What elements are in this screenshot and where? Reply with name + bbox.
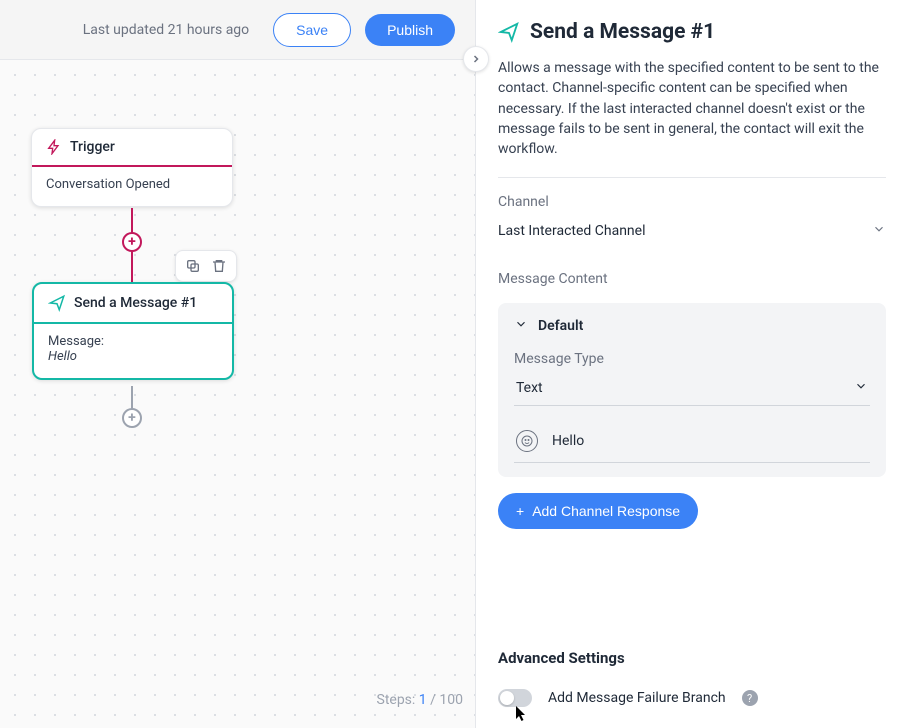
steps-prefix: Steps: bbox=[377, 692, 419, 708]
send-node-body: Message: Hello bbox=[34, 324, 232, 378]
trigger-node-header: Trigger bbox=[32, 129, 232, 167]
emoji-icon[interactable] bbox=[516, 430, 538, 452]
plus-icon: + bbox=[516, 503, 524, 519]
failure-branch-toggle[interactable] bbox=[498, 689, 532, 707]
add-step-button[interactable]: + bbox=[122, 232, 142, 252]
send-message-node[interactable]: Send a Message #1 Message: Hello bbox=[32, 282, 234, 380]
publish-button[interactable]: Publish bbox=[365, 14, 455, 46]
steps-current: 1 bbox=[419, 692, 427, 708]
last-updated-text: Last updated 21 hours ago bbox=[83, 22, 249, 38]
send-icon bbox=[498, 21, 520, 43]
message-body-input[interactable]: Hello bbox=[514, 424, 870, 463]
send-node-header: Send a Message #1 bbox=[34, 284, 232, 324]
steps-total: 100 bbox=[439, 692, 463, 708]
add-channel-response-label: Add Channel Response bbox=[532, 503, 680, 519]
add-step-button[interactable]: + bbox=[122, 408, 142, 428]
message-type-value: Text bbox=[516, 380, 543, 396]
copy-icon[interactable] bbox=[182, 255, 204, 277]
trash-icon[interactable] bbox=[208, 255, 230, 277]
workflow-canvas[interactable]: Trigger Conversation Opened + bbox=[0, 60, 475, 728]
message-type-label: Message Type bbox=[514, 351, 870, 367]
message-value: Hello bbox=[48, 349, 218, 364]
top-toolbar: Last updated 21 hours ago Save Publish bbox=[0, 0, 475, 60]
default-accordion: Default Message Type Text Hello bbox=[498, 303, 886, 477]
add-channel-response-button[interactable]: + Add Channel Response bbox=[498, 493, 698, 529]
channel-value: Last Interacted Channel bbox=[498, 223, 646, 239]
message-body-text: Hello bbox=[552, 433, 584, 449]
collapse-panel-button[interactable] bbox=[463, 46, 489, 72]
trigger-body: Conversation Opened bbox=[32, 167, 232, 206]
accordion-title: Default bbox=[538, 318, 583, 334]
failure-branch-label: Add Message Failure Branch bbox=[548, 690, 726, 706]
chevron-down-icon bbox=[872, 222, 886, 240]
bolt-icon bbox=[46, 139, 62, 155]
message-content-label: Message Content bbox=[498, 271, 886, 287]
trigger-subtitle: Conversation Opened bbox=[46, 177, 170, 192]
send-icon bbox=[48, 294, 66, 312]
panel-title-text: Send a Message #1 bbox=[530, 20, 715, 44]
advanced-settings-title: Advanced Settings bbox=[498, 649, 886, 667]
save-button[interactable]: Save bbox=[273, 13, 351, 47]
divider bbox=[498, 177, 886, 178]
channel-label: Channel bbox=[498, 194, 886, 210]
failure-branch-row: Add Message Failure Branch ? bbox=[498, 689, 886, 707]
node-action-toolbar bbox=[175, 250, 237, 282]
chevron-down-icon bbox=[514, 317, 528, 335]
steps-counter: Steps: 1 / 100 bbox=[377, 692, 464, 708]
panel-title: Send a Message #1 bbox=[498, 20, 886, 44]
chevron-down-icon bbox=[854, 379, 868, 397]
channel-select[interactable]: Last Interacted Channel bbox=[498, 216, 886, 251]
side-panel: Send a Message #1 Allows a message with … bbox=[475, 0, 904, 728]
trigger-title: Trigger bbox=[70, 139, 115, 155]
send-node-title: Send a Message #1 bbox=[74, 295, 197, 311]
help-icon[interactable]: ? bbox=[742, 690, 758, 706]
message-type-select[interactable]: Text bbox=[514, 373, 870, 406]
message-label: Message: bbox=[48, 334, 218, 349]
panel-description: Allows a message with the specified cont… bbox=[498, 58, 886, 159]
steps-sep: / bbox=[427, 692, 440, 708]
accordion-toggle[interactable]: Default bbox=[514, 317, 870, 335]
connector-line bbox=[131, 386, 133, 410]
trigger-node[interactable]: Trigger Conversation Opened bbox=[31, 128, 233, 207]
